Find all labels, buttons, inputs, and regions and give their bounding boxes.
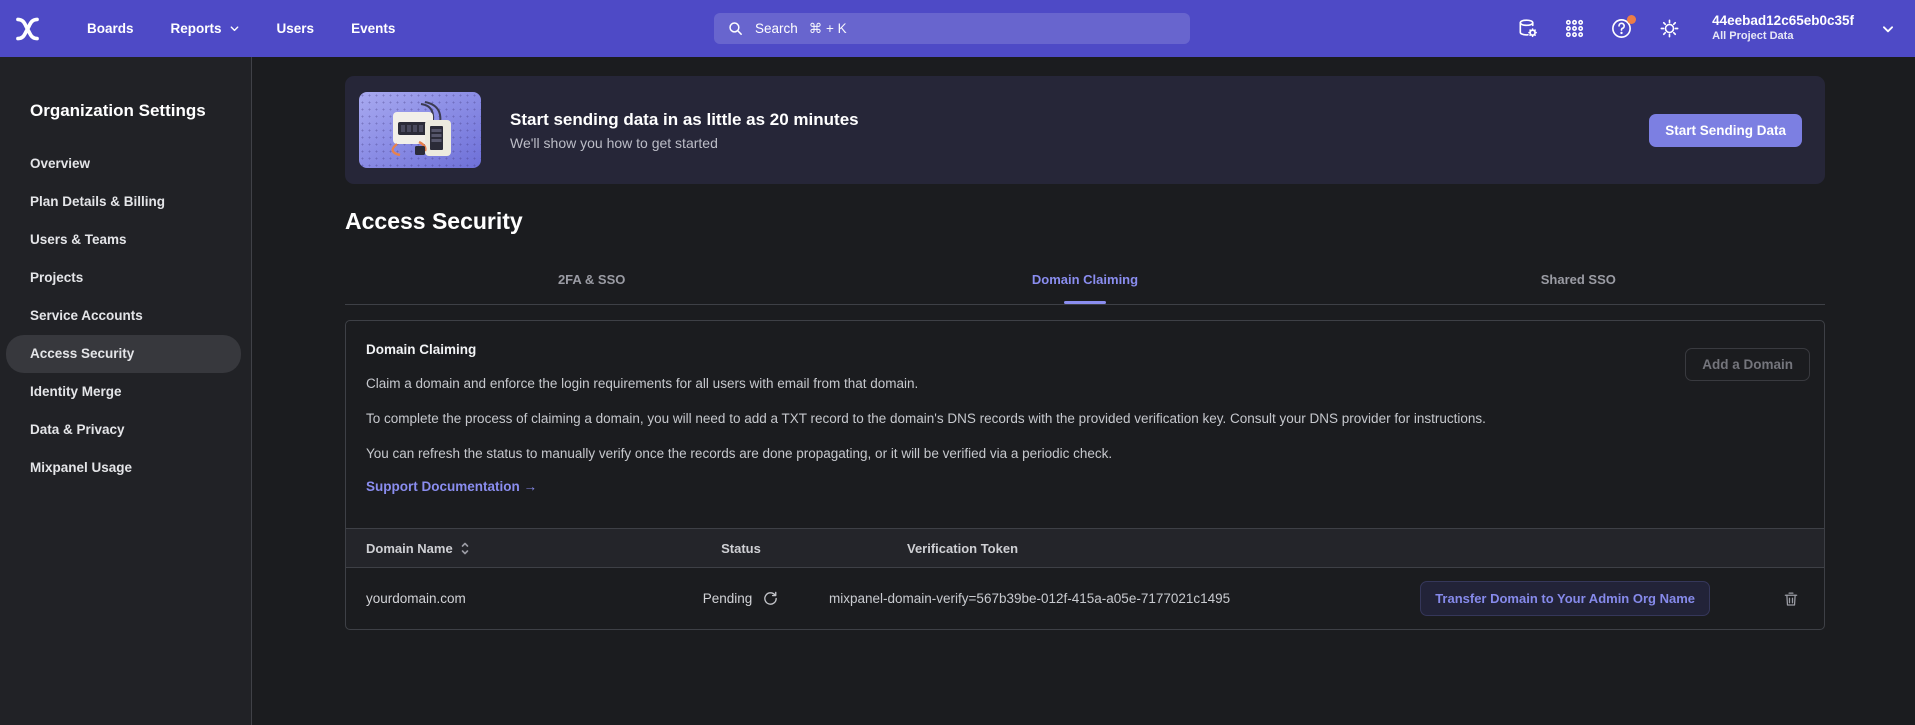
column-header-status: Status [666,541,816,556]
page-title: Access Security [345,208,1825,235]
account-switcher[interactable]: 44eebad12c65eb0c35f All Project Data [1712,13,1854,44]
add-domain-button[interactable]: Add a Domain [1685,348,1810,381]
tab-shared-sso[interactable]: Shared SSO [1332,262,1825,304]
nav-item-reports[interactable]: Reports [171,21,240,36]
access-security-tabs: 2FA & SSO Domain Claiming Shared SSO [345,262,1825,305]
onboarding-illustration [359,92,481,168]
panel-description-3: You can refresh the status to manually v… [366,444,1526,464]
table-row: yourdomain.com Pending mixpanel-domain-v… [346,568,1824,629]
settings-sidebar: Organization Settings Overview Plan Deta… [0,57,252,725]
primary-nav: Boards Reports Users Events [87,21,395,36]
org-id: 44eebad12c65eb0c35f [1712,13,1854,30]
sidebar-item-access-security[interactable]: Access Security [6,335,241,373]
sidebar-item-data-privacy[interactable]: Data & Privacy [0,411,241,449]
onboarding-banner: Start sending data in as little as 20 mi… [345,76,1825,184]
panel-title: Domain Claiming [346,341,1824,359]
sidebar-item-plan-details-billing[interactable]: Plan Details & Billing [0,183,241,221]
onboarding-title: Start sending data in as little as 20 mi… [510,110,859,130]
nav-item-boards[interactable]: Boards [87,21,134,36]
panel-description-2: To complete the process of claiming a do… [366,409,1526,429]
column-header-domain-name: Domain Name [366,541,453,556]
support-documentation-link[interactable]: Support Documentation → [366,478,537,496]
tab-domain-claiming[interactable]: Domain Claiming [838,262,1331,304]
column-header-verification-token: Verification Token [816,541,1824,556]
verification-token-cell: mixpanel-domain-verify=567b39be-012f-415… [816,591,1420,606]
search-input[interactable]: Search ⌘ + K [714,13,1190,44]
search-shortcut: ⌘ + K [809,21,847,37]
main-area: Start sending data in as little as 20 mi… [253,57,1915,725]
project-name: All Project Data [1712,30,1854,44]
domains-table: Domain Name Status Verification Token yo… [346,528,1824,629]
gear-icon[interactable] [1658,17,1681,40]
start-sending-data-button[interactable]: Start Sending Data [1649,114,1802,147]
sidebar-title: Organization Settings [30,101,251,121]
help-icon[interactable] [1610,17,1633,40]
nav-item-events[interactable]: Events [351,21,395,36]
account-chevron-down-icon[interactable] [1881,22,1895,36]
domain-name-cell: yourdomain.com [346,591,666,606]
domain-claiming-panel: Domain Claiming Add a Domain Claim a dom… [345,320,1825,630]
chevron-down-icon [229,23,240,34]
status-cell: Pending [666,590,816,607]
sidebar-item-identity-merge[interactable]: Identity Merge [0,373,241,411]
mixpanel-logo[interactable] [14,16,41,42]
search-placeholder: Search [755,21,798,36]
nav-item-reports-label: Reports [171,21,222,36]
table-header-row: Domain Name Status Verification Token [346,528,1824,568]
panel-description-1: Claim a domain and enforce the login req… [366,374,1526,394]
delete-domain-icon[interactable] [1782,590,1800,608]
onboarding-subtitle: We'll show you how to get started [510,135,859,151]
row-actions: Transfer Domain to Your Admin Org Name [1420,581,1824,616]
sidebar-item-service-accounts[interactable]: Service Accounts [0,297,241,335]
sidebar-item-projects[interactable]: Projects [0,259,241,297]
transfer-domain-button[interactable]: Transfer Domain to Your Admin Org Name [1420,581,1710,616]
notification-dot [1627,15,1636,24]
search-icon [727,20,744,37]
status-badge: Pending [703,591,753,606]
nav-utilities: 44eebad12c65eb0c35f All Project Data [1516,0,1895,57]
nav-item-users[interactable]: Users [277,21,315,36]
sidebar-item-users-teams[interactable]: Users & Teams [0,221,241,259]
sort-icon[interactable] [460,542,470,555]
refresh-status-icon[interactable] [762,590,779,607]
onboarding-text: Start sending data in as little as 20 mi… [510,110,859,151]
tab-2fa-sso[interactable]: 2FA & SSO [345,262,838,304]
apps-grid-icon[interactable] [1564,18,1585,39]
sidebar-item-overview[interactable]: Overview [0,145,241,183]
data-settings-icon[interactable] [1516,17,1539,40]
top-nav: Boards Reports Users Events Search ⌘ + K [0,0,1915,57]
sidebar-item-mixpanel-usage[interactable]: Mixpanel Usage [0,449,241,487]
